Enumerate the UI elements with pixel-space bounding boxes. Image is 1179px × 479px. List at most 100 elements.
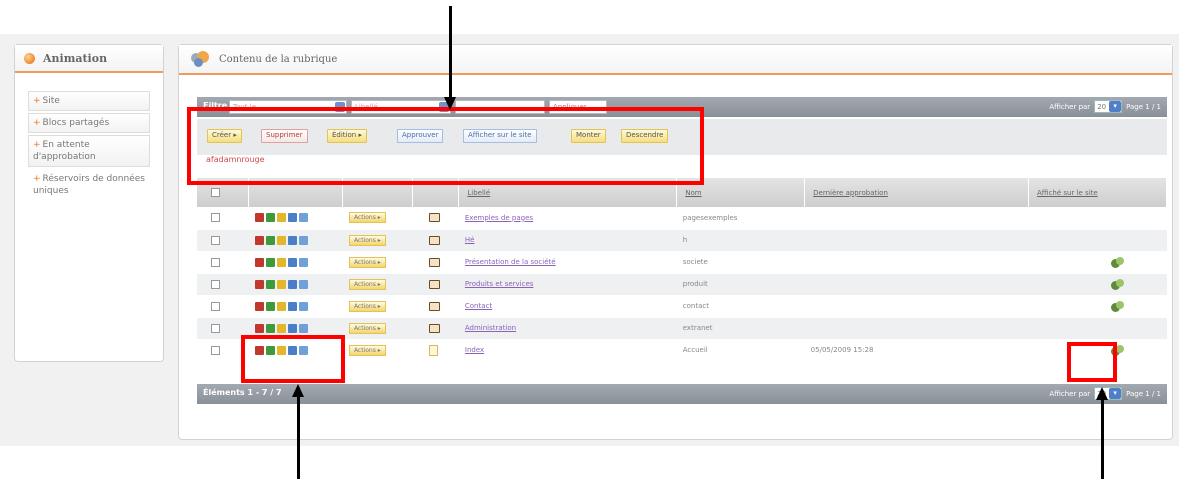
table-row[interactable]: Actions ▸ Produits et services produit bbox=[197, 273, 1167, 296]
column-nom[interactable]: Nom bbox=[676, 178, 806, 207]
on-site-icon[interactable] bbox=[1111, 256, 1124, 268]
table-row[interactable]: Actions ▸ Index Accueil 05/05/2009 15:28 bbox=[197, 339, 1167, 362]
sidebar-item[interactable]: + Site bbox=[28, 91, 150, 111]
copy-icon[interactable] bbox=[287, 257, 297, 267]
delete-icon[interactable] bbox=[254, 279, 264, 289]
row-label-link[interactable]: Présentation de la société bbox=[465, 258, 556, 266]
delete-icon[interactable] bbox=[254, 235, 264, 245]
table-row[interactable]: Actions ▸ Contact contact bbox=[197, 295, 1167, 318]
filter-text-input[interactable] bbox=[455, 100, 545, 114]
row-checkbox[interactable] bbox=[211, 345, 220, 355]
approve-icon[interactable] bbox=[298, 257, 308, 267]
delete-button[interactable]: Supprimer bbox=[261, 129, 308, 143]
sidebar-item-label: Réservoirs de données uniques bbox=[33, 174, 145, 196]
move-icon[interactable] bbox=[276, 257, 286, 267]
row-actions-button[interactable]: Actions ▸ bbox=[348, 234, 386, 246]
delete-icon[interactable] bbox=[254, 345, 264, 355]
row-actions-button[interactable]: Actions ▸ bbox=[348, 278, 386, 290]
copy-icon[interactable] bbox=[287, 213, 297, 223]
delete-icon[interactable] bbox=[254, 213, 264, 223]
edit-icon[interactable] bbox=[265, 301, 275, 311]
approve-button[interactable]: Approuver bbox=[397, 129, 444, 143]
move-icon[interactable] bbox=[276, 279, 286, 289]
filter-select-scope[interactable]: Tout le bbox=[229, 100, 347, 114]
edit-icon[interactable] bbox=[265, 257, 275, 267]
row-label-link[interactable]: Index bbox=[465, 346, 484, 354]
move-icon[interactable] bbox=[276, 323, 286, 333]
row-checkbox[interactable] bbox=[211, 213, 220, 223]
table-row[interactable]: Actions ▸ Administration extranet bbox=[197, 317, 1167, 340]
row-checkbox[interactable] bbox=[211, 301, 220, 311]
row-actions-button[interactable]: Actions ▸ bbox=[348, 322, 386, 334]
select-all-checkbox[interactable] bbox=[211, 188, 220, 197]
column-libelle[interactable]: Libellé bbox=[458, 178, 678, 207]
table-row[interactable]: Actions ▸ Exemples de pages pagesexemples bbox=[197, 207, 1167, 230]
edit-icon[interactable] bbox=[265, 345, 275, 355]
sidebar-item[interactable]: + Réservoirs de données uniques bbox=[28, 169, 150, 201]
copy-icon[interactable] bbox=[287, 345, 297, 355]
edit-icon[interactable] bbox=[265, 213, 275, 223]
copy-icon[interactable] bbox=[287, 235, 297, 245]
row-actions-button[interactable]: Actions ▸ bbox=[348, 300, 386, 312]
column-last-approval[interactable]: Dernière approbation bbox=[804, 178, 1030, 207]
move-icon[interactable] bbox=[276, 345, 286, 355]
row-label-link[interactable]: Produits et services bbox=[465, 280, 534, 288]
per-page-select[interactable]: 20 ▾ bbox=[1094, 100, 1123, 113]
copy-icon[interactable] bbox=[287, 301, 297, 311]
copy-icon[interactable] bbox=[287, 323, 297, 333]
filter-select-field[interactable]: Libellé bbox=[351, 100, 451, 114]
row-actions-cell: Actions ▸ bbox=[342, 273, 413, 296]
row-label-link[interactable]: Contact bbox=[465, 302, 492, 310]
show-on-site-button[interactable]: Afficher sur le site bbox=[463, 129, 537, 143]
delete-icon[interactable] bbox=[254, 323, 264, 333]
table-row[interactable]: Actions ▸ Hé h bbox=[197, 229, 1167, 252]
row-label-link[interactable]: Exemples de pages bbox=[465, 214, 533, 222]
edit-icon[interactable] bbox=[265, 279, 275, 289]
apply-filter-button[interactable]: Appliquer bbox=[549, 100, 607, 114]
row-checkbox[interactable] bbox=[211, 279, 220, 289]
row-actions-button[interactable]: Actions ▸ bbox=[348, 344, 386, 356]
chevron-down-icon[interactable]: ▾ bbox=[1109, 101, 1122, 112]
folder-icon bbox=[428, 323, 440, 333]
sidebar-item[interactable]: + En attente d'approbation bbox=[28, 135, 150, 167]
row-checkbox[interactable] bbox=[211, 257, 220, 267]
row-actions-button[interactable]: Actions ▸ bbox=[348, 212, 386, 224]
sidebar-panel: Animation + Site + Blocs partagés + En attent… bbox=[14, 44, 164, 362]
row-checkbox[interactable] bbox=[211, 235, 220, 245]
approve-icon[interactable] bbox=[298, 323, 308, 333]
row-label-link[interactable]: Hé bbox=[465, 236, 475, 244]
chevron-down-icon[interactable]: ▾ bbox=[1109, 388, 1122, 399]
folder-icon bbox=[428, 257, 440, 267]
on-site-icon[interactable] bbox=[1111, 278, 1124, 290]
apply-filter-label: Appliquer bbox=[553, 103, 587, 111]
move-icon[interactable] bbox=[276, 301, 286, 311]
edit-button[interactable]: Édition ▸ bbox=[327, 129, 367, 143]
copy-icon[interactable] bbox=[287, 279, 297, 289]
delete-icon[interactable] bbox=[254, 257, 264, 267]
row-actions-button[interactable]: Actions ▸ bbox=[348, 256, 386, 268]
row-label-link[interactable]: Administration bbox=[465, 324, 516, 332]
move-up-button[interactable]: Monter bbox=[571, 129, 606, 143]
column-on-site[interactable]: Affiché sur le site bbox=[1028, 178, 1167, 207]
chevron-down-icon[interactable] bbox=[335, 102, 345, 112]
edit-icon[interactable] bbox=[265, 235, 275, 245]
sidebar-item[interactable]: + Blocs partagés bbox=[28, 113, 150, 133]
on-site-icon[interactable] bbox=[1111, 344, 1124, 356]
create-button[interactable]: Créer ▸ bbox=[207, 129, 242, 143]
row-checkbox[interactable] bbox=[211, 323, 220, 333]
row-label-cell: Index bbox=[458, 339, 677, 362]
move-icon[interactable] bbox=[276, 235, 286, 245]
approve-icon[interactable] bbox=[298, 279, 308, 289]
edit-icon[interactable] bbox=[265, 323, 275, 333]
approve-icon[interactable] bbox=[298, 213, 308, 223]
row-actions-cell: Actions ▸ bbox=[342, 229, 413, 252]
move-icon[interactable] bbox=[276, 213, 286, 223]
approve-icon[interactable] bbox=[298, 235, 308, 245]
delete-icon[interactable] bbox=[254, 301, 264, 311]
table-row[interactable]: Actions ▸ Présentation de la société socie… bbox=[197, 251, 1167, 274]
move-down-button[interactable]: Descendre bbox=[621, 129, 669, 143]
on-site-icon[interactable] bbox=[1111, 300, 1124, 312]
row-on-site-cell bbox=[1028, 295, 1167, 318]
approve-icon[interactable] bbox=[298, 301, 308, 311]
approve-icon[interactable] bbox=[298, 345, 308, 355]
